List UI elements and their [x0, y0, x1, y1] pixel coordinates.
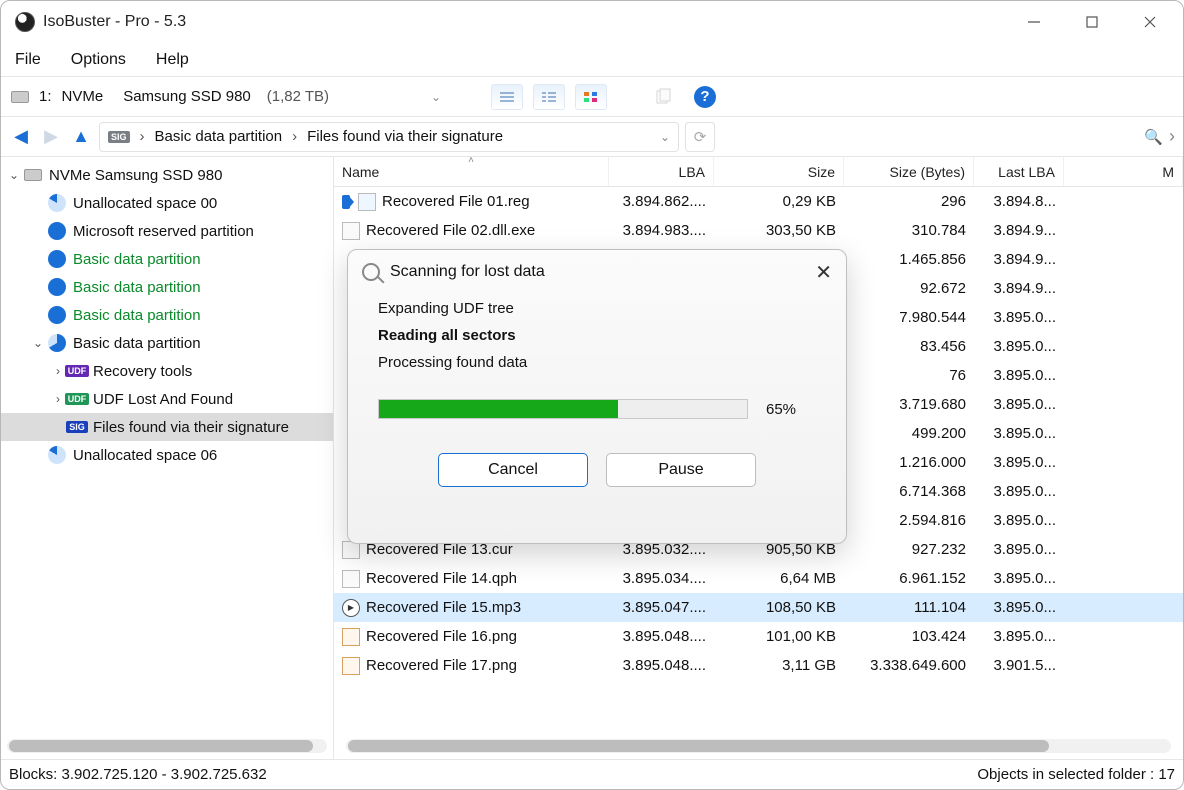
table-row[interactable]: Recovered File 01.reg3.894.862....0,29 K…: [334, 187, 1183, 216]
file-icon: [342, 599, 360, 617]
file-icon: [342, 628, 360, 646]
view-list-button[interactable]: [491, 84, 523, 110]
file-icon: [342, 657, 360, 675]
app-icon: [15, 12, 35, 32]
file-name: Recovered File 16.png: [366, 628, 517, 645]
close-button[interactable]: [1121, 3, 1179, 41]
breadcrumb[interactable]: SIG › Basic data partition › Files found…: [99, 122, 679, 152]
nav-up-button[interactable]: ▲: [69, 126, 93, 147]
dialog-close-button[interactable]: ✕: [815, 260, 832, 285]
menu-help[interactable]: Help: [156, 51, 189, 69]
progress-percent: 65%: [766, 401, 796, 418]
search-icon[interactable]: 🔍: [1144, 128, 1163, 146]
pause-button[interactable]: Pause: [606, 453, 756, 487]
drive-model: Samsung SSD 980: [123, 88, 251, 105]
drive-index: 1:: [39, 88, 52, 105]
titlebar: IsoBuster - Pro - 5.3: [1, 1, 1183, 43]
menubar: File Options Help: [1, 43, 1183, 77]
tree-item[interactable]: Unallocated space 06: [1, 441, 333, 469]
dialog-step-2: Reading all sectors: [378, 327, 816, 344]
tag-icon: [342, 195, 350, 209]
file-icon: [342, 222, 360, 240]
status-right: Objects in selected folder : 17: [977, 766, 1175, 783]
nav-next-pane-button[interactable]: ›: [1169, 126, 1175, 147]
tree-item[interactable]: ⌄Basic data partition: [1, 329, 333, 357]
chevron-down-icon[interactable]: ⌄: [660, 130, 670, 144]
help-icon: ?: [694, 86, 716, 108]
tree-item[interactable]: Unallocated space 00: [1, 189, 333, 217]
menu-file[interactable]: File: [15, 51, 41, 69]
dialog-titlebar: Scanning for lost data ✕: [348, 250, 846, 294]
table-row[interactable]: Recovered File 02.dll.exe3.894.983....30…: [334, 216, 1183, 245]
file-name: Recovered File 01.reg: [382, 193, 530, 210]
help-button[interactable]: ?: [689, 84, 721, 110]
progress-bar: [378, 399, 748, 419]
crumb-partition[interactable]: Basic data partition: [155, 128, 283, 145]
list-scrollbar[interactable]: [346, 739, 1171, 753]
dialog-step-1: Expanding UDF tree: [378, 300, 816, 317]
table-row[interactable]: Recovered File 14.qph3.895.034....6,64 M…: [334, 564, 1183, 593]
file-icon: [358, 193, 376, 211]
app-window: IsoBuster - Pro - 5.3 File Options Help …: [0, 0, 1184, 790]
view-details-button[interactable]: [533, 84, 565, 110]
table-row[interactable]: Recovered File 17.png3.895.048....3,11 G…: [334, 651, 1183, 680]
dialog-step-3: Processing found data: [378, 354, 816, 371]
statusbar: Blocks: 3.902.725.120 - 3.902.725.632 Ob…: [1, 759, 1183, 789]
tree-item[interactable]: ›UDFUDF Lost And Found: [1, 385, 333, 413]
view-icons-button[interactable]: [575, 84, 607, 110]
tree-item[interactable]: Basic data partition: [1, 245, 333, 273]
tree-item-selected[interactable]: SIGFiles found via their signature: [1, 413, 333, 441]
status-left: Blocks: 3.902.725.120 - 3.902.725.632: [9, 766, 267, 783]
drive-icon: [11, 91, 29, 103]
file-name: Recovered File 02.dll.exe: [366, 222, 535, 239]
nav-back-button[interactable]: ◀: [9, 126, 33, 147]
tree-panel: ⌄NVMe Samsung SSD 980 Unallocated space …: [1, 157, 334, 759]
tree-root[interactable]: ⌄NVMe Samsung SSD 980: [1, 161, 333, 189]
search-icon: [362, 263, 380, 281]
drive-bus: NVMe: [62, 88, 104, 105]
tree-item[interactable]: ›UDFRecovery tools: [1, 357, 333, 385]
file-name: Recovered File 15.mp3: [366, 599, 521, 616]
toolbar: 1: NVMe Samsung SSD 980 (1,82 TB) ⌄ ?: [1, 77, 1183, 117]
tree-item[interactable]: Basic data partition: [1, 301, 333, 329]
minimize-button[interactable]: [1005, 3, 1063, 41]
chevron-right-icon: ›: [140, 128, 145, 145]
navbar: ◀ ▶ ▲ SIG › Basic data partition › Files…: [1, 117, 1183, 157]
menu-options[interactable]: Options: [71, 51, 126, 69]
tree-item[interactable]: Microsoft reserved partition: [1, 217, 333, 245]
file-name: Recovered File 17.png: [366, 657, 517, 674]
refresh-button[interactable]: ⟳: [685, 122, 715, 152]
drive-size: (1,82 TB): [267, 88, 329, 105]
column-header[interactable]: ˄Name LBA Size Size (Bytes) Last LBA M: [334, 157, 1183, 187]
scanning-dialog: Scanning for lost data ✕ Expanding UDF t…: [347, 249, 847, 544]
sig-icon: SIG: [108, 131, 130, 143]
drive-selector[interactable]: 1: NVMe Samsung SSD 980 (1,82 TB) ⌄: [11, 88, 441, 105]
chevron-right-icon: ›: [292, 128, 297, 145]
copy-button[interactable]: [647, 84, 679, 110]
file-name: Recovered File 14.qph: [366, 570, 517, 587]
sort-asc-icon: ˄: [468, 155, 474, 166]
chevron-down-icon: ⌄: [431, 90, 441, 104]
crumb-leaf[interactable]: Files found via their signature: [307, 128, 503, 145]
table-row[interactable]: Recovered File 16.png3.895.048....101,00…: [334, 622, 1183, 651]
progress-fill: [379, 400, 618, 418]
maximize-button[interactable]: [1063, 3, 1121, 41]
file-icon: [342, 570, 360, 588]
tree-item[interactable]: Basic data partition: [1, 273, 333, 301]
dialog-title: Scanning for lost data: [390, 263, 545, 281]
table-row[interactable]: Recovered File 15.mp33.895.047....108,50…: [334, 593, 1183, 622]
nav-forward-button[interactable]: ▶: [39, 126, 63, 147]
cancel-button[interactable]: Cancel: [438, 453, 588, 487]
tree-scrollbar[interactable]: [7, 739, 327, 753]
window-title: IsoBuster - Pro - 5.3: [43, 13, 186, 31]
